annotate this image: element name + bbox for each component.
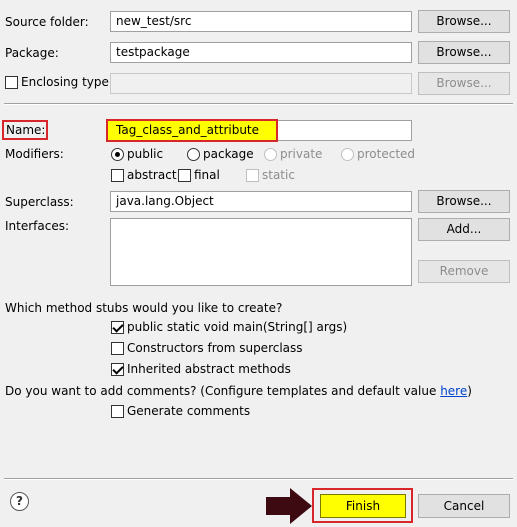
static-checkbox	[246, 169, 259, 182]
source-folder-label: Source folder:	[5, 15, 89, 29]
main-stub-label: public static void main(String[] args)	[127, 320, 348, 334]
interfaces-list[interactable]	[110, 218, 412, 286]
enclosing-type-label: Enclosing type:	[21, 75, 113, 89]
remove-interface-button: Remove	[418, 260, 510, 283]
configure-templates-link[interactable]: here	[440, 384, 467, 398]
source-folder-input[interactable]: new_test/src	[110, 11, 412, 32]
cancel-button[interactable]: Cancel	[418, 494, 510, 518]
static-label: static	[262, 168, 295, 182]
separator-bottom	[4, 478, 513, 480]
superclass-label: Superclass:	[5, 195, 74, 209]
help-icon[interactable]: ?	[10, 492, 29, 511]
inherited-stub-checkbox[interactable]	[111, 363, 124, 376]
superclass-input[interactable]: java.lang.Object	[110, 191, 412, 212]
name-value: Tag_class_and_attribute	[116, 123, 260, 137]
private-radio	[264, 148, 277, 161]
generate-comments-label: Generate comments	[127, 404, 251, 418]
name-label: Name:	[6, 123, 46, 137]
package-label: Package:	[5, 46, 59, 60]
interfaces-label: Interfaces:	[5, 219, 70, 233]
browse-enclosing-type-button: Browse...	[418, 72, 510, 95]
separator-top	[4, 103, 513, 105]
private-label: private	[280, 147, 323, 161]
method-stubs-question: Which method stubs would you like to cre…	[5, 301, 283, 315]
help-symbol: ?	[16, 494, 23, 508]
final-label: final	[194, 168, 220, 182]
enclosing-type-checkbox[interactable]	[5, 76, 18, 89]
constructors-stub-checkbox[interactable]	[111, 342, 124, 355]
enclosing-type-input	[110, 73, 412, 94]
abstract-label: abstract	[127, 168, 177, 182]
constructors-stub-label: Constructors from superclass	[127, 341, 303, 355]
finish-button[interactable]: Finish	[320, 494, 406, 518]
generate-comments-checkbox[interactable]	[111, 405, 124, 418]
protected-radio	[341, 148, 354, 161]
comments-question-end: )	[467, 384, 472, 398]
public-label: public	[127, 147, 164, 161]
add-interface-button[interactable]: Add...	[418, 218, 510, 241]
main-stub-checkbox[interactable]	[111, 321, 124, 334]
browse-source-folder-button[interactable]: Browse...	[418, 10, 510, 33]
browse-superclass-button[interactable]: Browse...	[418, 190, 510, 213]
comments-question-text: Do you want to add comments? (Configure …	[5, 384, 441, 398]
modifiers-label: Modifiers:	[5, 147, 64, 161]
comments-question: Do you want to add comments? (Configure …	[5, 383, 472, 399]
public-radio[interactable]	[111, 148, 124, 161]
package-input[interactable]: testpackage	[110, 42, 412, 63]
package-radio[interactable]	[187, 148, 200, 161]
protected-label: protected	[357, 147, 416, 161]
arrow-right-icon	[266, 488, 312, 524]
final-checkbox[interactable]	[178, 169, 191, 182]
abstract-checkbox[interactable]	[111, 169, 124, 182]
package-radio-label: package	[203, 147, 254, 161]
browse-package-button[interactable]: Browse...	[418, 41, 510, 64]
inherited-stub-label: Inherited abstract methods	[127, 362, 291, 376]
